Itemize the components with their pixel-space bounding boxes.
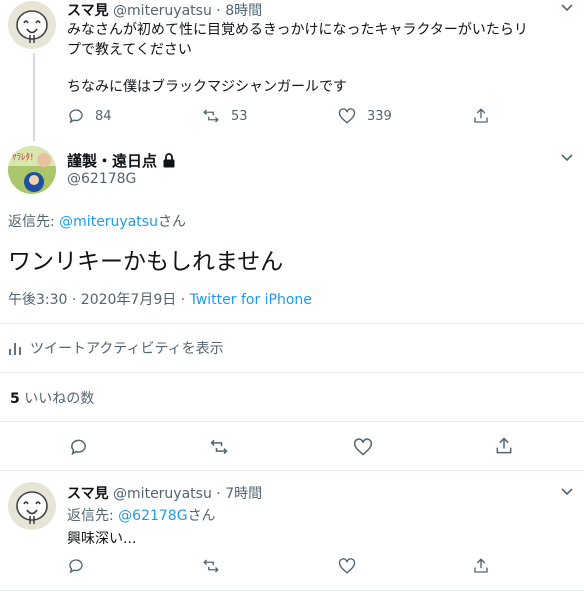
avatar-62178g[interactable]: ﾔﾗﾚﾀ! [8,146,56,194]
retweet-icon [201,557,221,575]
share-icon [494,436,514,456]
heart-icon [352,437,374,457]
divider [0,470,584,471]
author-handle[interactable]: @miteruyatsu [113,486,212,502]
divider [0,590,584,591]
reply-button[interactable]: 84 [67,107,112,125]
share-icon [472,107,490,125]
dot-separator: · [216,3,221,19]
tweet-time[interactable]: 7時間 [225,486,262,502]
like-count: 339 [367,108,392,124]
reply-button[interactable] [68,437,89,457]
reply-count: 84 [95,108,112,124]
tweet-text-line: プで教えてください [67,42,192,58]
chevron-down-icon[interactable] [561,154,573,162]
likes-label: いいねの数 [24,391,95,407]
heart-icon [337,557,357,575]
lock-icon [162,153,176,168]
reply-prefix: 返信先: [67,508,119,524]
reply-suffix: さん [157,214,186,230]
share-button[interactable] [472,107,490,125]
divider [0,421,584,422]
avatar-smami[interactable] [8,1,56,49]
author-name[interactable]: スマ見 [67,3,109,19]
share-icon [472,557,490,575]
chevron-down-icon[interactable] [561,4,573,12]
divider [0,323,584,324]
like-button[interactable]: 339 [337,107,392,125]
retweet-button[interactable] [201,557,221,575]
retweet-icon [201,107,221,125]
like-button[interactable] [337,557,357,575]
retweet-button[interactable] [208,437,230,457]
tweet-text-line: みなさんが初めて性に目覚めるきっかけになったキャラクターがいたらリ [67,22,528,38]
chevron-down-icon[interactable] [561,488,573,496]
tweet-activity-link[interactable]: ツイートアクティビティを表示 [8,338,224,358]
like-button[interactable] [352,437,374,457]
avatar-smami[interactable] [8,482,56,530]
likes-count: 5 [10,391,20,407]
author-handle[interactable]: @miteruyatsu [113,3,212,19]
heart-icon [337,107,357,125]
author-name[interactable]: スマ見 [67,486,109,502]
thread-line [33,53,35,141]
svg-text:ﾔﾗﾚﾀ!: ﾔﾗﾚﾀ! [12,152,34,163]
reply-to-link[interactable]: @62178G [118,508,187,524]
replying-to: 返信先: @miteruyatsuさん [8,211,186,231]
tweet-timestamp[interactable]: 午後3:30 · 2020年7月9日 [8,292,176,308]
dot-separator: · [176,292,190,308]
tweet-text-line: ちなみに僕はブラックマジシャンガールです [67,79,347,95]
divider [0,372,584,373]
reply-to-link[interactable]: @miteruyatsu [59,214,158,230]
reply-prefix: 返信先: [8,214,60,230]
retweet-button[interactable]: 53 [201,107,248,125]
share-button[interactable] [472,557,490,575]
activity-label: ツイートアクティビティを表示 [30,341,224,357]
bar-chart-icon [8,340,22,356]
dot-separator: · [216,486,221,502]
author-name[interactable]: 謹製・遠日点 [67,152,157,170]
reply-icon [67,107,85,125]
likes-count-link[interactable]: 5 いいねの数 [10,388,94,408]
reply-icon [67,557,85,575]
tweet-text: ワンリキーかもしれません [8,249,284,275]
tweet-text: 興味深い... [67,531,137,547]
reply-button[interactable] [67,557,85,575]
replying-to: 返信先: @62178Gさん [67,505,216,525]
author-handle[interactable]: @62178G [67,171,136,187]
retweet-count: 53 [231,108,248,124]
share-button[interactable] [494,436,514,456]
reply-icon [68,437,89,457]
retweet-icon [208,437,230,457]
tweet-time[interactable]: 8時間 [225,3,262,19]
reply-suffix: さん [187,508,216,524]
client-link[interactable]: Twitter for iPhone [190,292,312,308]
